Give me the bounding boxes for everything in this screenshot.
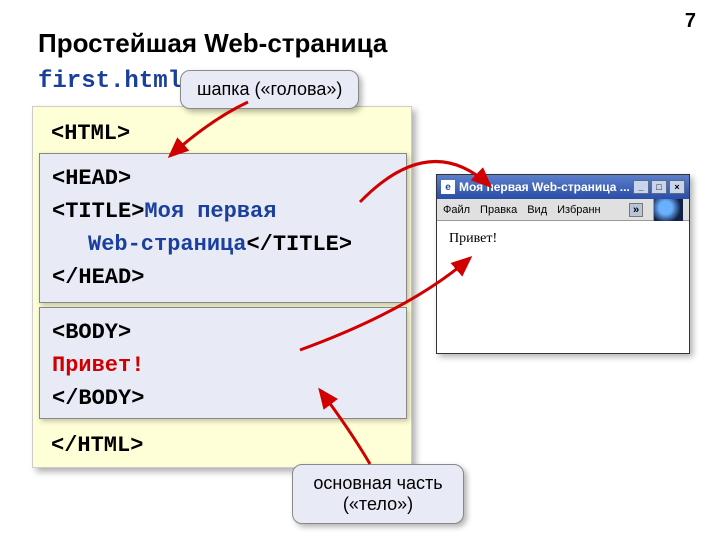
filename-label: first.html (38, 68, 182, 95)
browser-titlebar: e Моя первая Web-страница ... _ □ × (437, 175, 689, 199)
browser-app-icon: e (441, 180, 455, 194)
callout-body-line1: основная часть (313, 473, 442, 493)
callout-body: основная часть («тело») (292, 464, 464, 524)
menu-file[interactable]: Файл (443, 204, 470, 216)
callout-body-line2: («тело») (343, 494, 413, 514)
code-title-text1: Моя первая (144, 199, 276, 224)
code-body-close: </BODY> (52, 382, 394, 415)
browser-title: Моя первая Web-страница ... (459, 180, 633, 194)
code-title-open: <TITLE> (52, 199, 144, 224)
slide-title: Простейшая Web-страница (38, 28, 387, 59)
code-body-block: <BODY> Привет! </BODY> (39, 307, 407, 419)
code-title-line1: <TITLE>Моя первая (52, 195, 394, 228)
maximize-button[interactable]: □ (651, 180, 667, 194)
code-title-text2: Web-страница (52, 228, 246, 261)
window-controls: _ □ × (633, 180, 685, 194)
minimize-button[interactable]: _ (633, 180, 649, 194)
code-title-line2: Web-страница</TITLE> (52, 228, 394, 261)
code-head-block: <HEAD> <TITLE>Моя первая Web-страница</T… (39, 153, 407, 303)
menu-favorites[interactable]: Избранн (557, 204, 601, 216)
code-head-close: </HEAD> (52, 261, 394, 294)
page-number: 7 (685, 10, 696, 33)
browser-menubar: Файл Правка Вид Избранн » (437, 199, 689, 221)
menu-more-button[interactable]: » (629, 203, 643, 217)
code-body-open: <BODY> (52, 316, 394, 349)
globe-icon (653, 199, 683, 221)
code-html-close: </HTML> (51, 429, 143, 462)
code-title-close: </TITLE> (246, 232, 352, 257)
menu-edit[interactable]: Правка (480, 204, 517, 216)
callout-head: шапка («голова») (180, 70, 359, 109)
code-block: <HTML> <HEAD> <TITLE>Моя первая Web-стра… (32, 106, 412, 468)
browser-content: Привет! (437, 221, 689, 257)
menu-view[interactable]: Вид (527, 204, 547, 216)
close-button[interactable]: × (669, 180, 685, 194)
code-head-open: <HEAD> (52, 162, 394, 195)
code-body-text: Привет! (52, 349, 394, 382)
code-html-open: <HTML> (51, 117, 130, 150)
browser-mockup: e Моя первая Web-страница ... _ □ × Файл… (436, 174, 690, 354)
